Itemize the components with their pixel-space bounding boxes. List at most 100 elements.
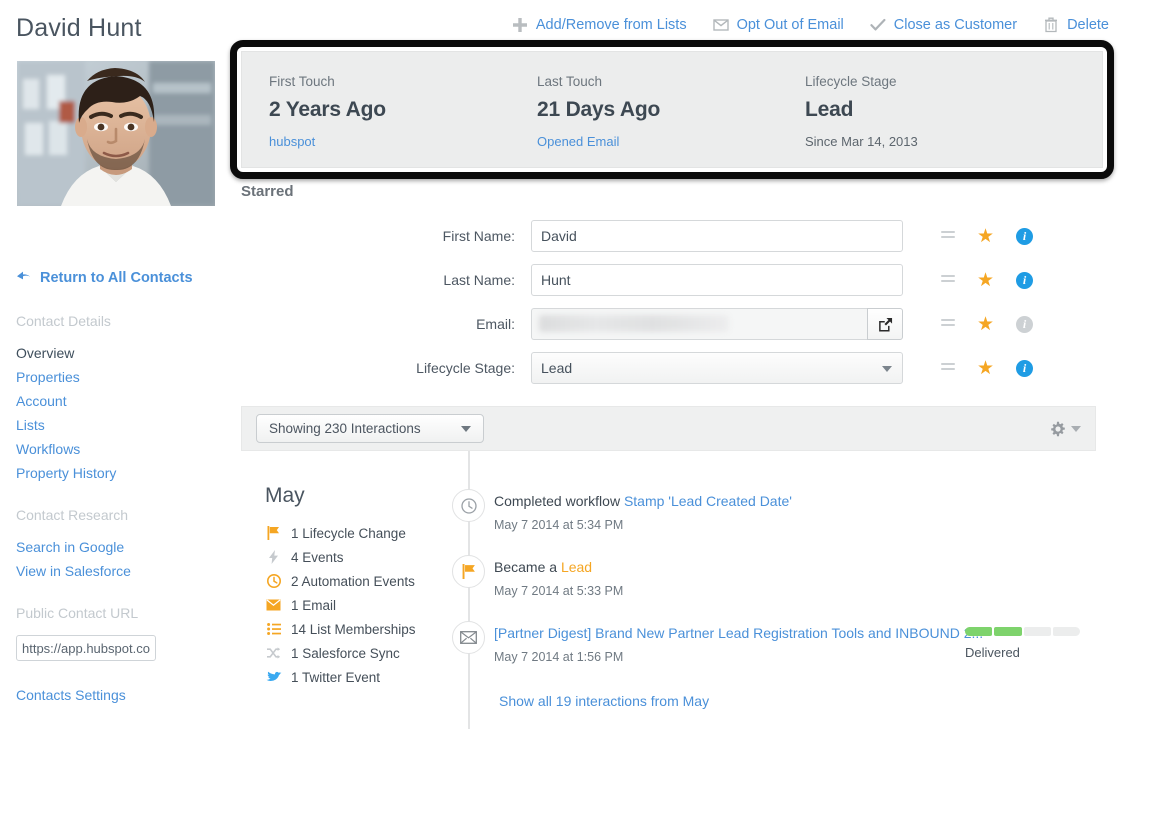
summary-highlight-box: First Touch 2 Years Ago hubspot Last Tou…	[230, 40, 1114, 179]
arrow-left-icon	[16, 270, 31, 286]
delete-button[interactable]: Delete	[1043, 17, 1109, 33]
envelope-icon	[460, 631, 477, 644]
timeline-event: Completed workflow Stamp 'Lead Created D…	[452, 487, 1092, 553]
sidebar-item-view-in-salesforce[interactable]: View in Salesforce	[16, 559, 226, 583]
event-title: Became a Lead	[494, 553, 1092, 577]
drag-handle-icon[interactable]	[941, 231, 955, 241]
month-summary-panel: May 1 Lifecycle Change 4 Events 2 Automa…	[265, 484, 465, 689]
interactions-settings-menu[interactable]	[1050, 421, 1081, 437]
form-row-lifecycle-stage: Lifecycle Stage: Lead ★ i	[241, 346, 1101, 390]
email-control	[531, 308, 903, 340]
summary-column-lifecycle-stage: Lifecycle Stage Lead Since Mar 14, 2013	[805, 74, 1073, 167]
form-row-last-name: Last Name: ★ i	[241, 258, 1101, 302]
show-all-interactions-link[interactable]: Show all 19 interactions from May	[499, 693, 1092, 709]
star-icon[interactable]: ★	[977, 227, 994, 246]
lifecycle-stage-selected-value: Lead	[541, 360, 573, 376]
opt-out-of-email-button[interactable]: Opt Out of Email	[712, 17, 844, 33]
month-title: May	[265, 484, 305, 507]
close-as-customer-button[interactable]: Close as Customer	[870, 17, 1017, 33]
add-remove-from-lists-button[interactable]: Add/Remove from Lists	[512, 17, 687, 33]
sidebar-item-search-in-google[interactable]: Search in Google	[16, 535, 226, 559]
twitter-icon	[265, 671, 282, 683]
lifecycle-stage-label: Lifecycle Stage	[805, 74, 897, 89]
contact-properties-form: First Name: ★ i Last Name: ★ i Email:	[241, 214, 1101, 390]
first-name-control	[531, 220, 903, 252]
sidebar-heading-public-contact-url: Public Contact URL	[16, 605, 139, 621]
interactions-filter-label: Showing 230 Interactions	[269, 421, 421, 436]
info-icon[interactable]: i	[1016, 315, 1034, 333]
sidebar-item-property-history[interactable]: Property History	[16, 461, 226, 485]
lifecycle-stage-field-label: Lifecycle Stage:	[416, 360, 515, 376]
event-title-prefix: Became a	[494, 559, 561, 575]
interactions-filter-dropdown[interactable]: Showing 230 Interactions	[256, 414, 484, 443]
contacts-settings-link[interactable]: Contacts Settings	[16, 683, 226, 707]
sidebar-item-workflows[interactable]: Workflows	[16, 437, 226, 461]
bolt-icon	[265, 550, 282, 564]
envelope-icon	[712, 17, 729, 33]
info-icon[interactable]: i	[1016, 359, 1034, 377]
return-to-all-contacts-link[interactable]: Return to All Contacts	[16, 270, 226, 286]
form-row-email: Email: ★ i	[241, 302, 1101, 346]
add-remove-from-lists-label: Add/Remove from Lists	[535, 17, 687, 33]
contact-actions-toolbar: Add/Remove from Lists Opt Out of Email C…	[512, 17, 1109, 33]
first-touch-value: 2 Years Ago	[269, 98, 386, 121]
sidebar-divider	[16, 485, 226, 507]
month-summary-item: 4 Events	[265, 545, 465, 569]
event-workflow-link[interactable]: Stamp 'Lead Created Date'	[624, 493, 792, 509]
lifecycle-stage-value: Lead	[805, 98, 854, 121]
sidebar-item-overview[interactable]: Overview	[16, 341, 226, 365]
event-email-subject-link[interactable]: [Partner Digest] Brand New Partner Lead …	[494, 625, 983, 641]
last-touch-label: Last Touch	[537, 74, 603, 89]
list-icon	[265, 623, 282, 635]
close-as-customer-label: Close as Customer	[893, 17, 1018, 33]
delivery-progress-bar	[965, 627, 1080, 636]
info-icon[interactable]: i	[1016, 227, 1034, 245]
trash-icon	[1043, 17, 1059, 33]
drag-handle-icon[interactable]	[941, 363, 955, 373]
sidebar-divider-3	[16, 661, 226, 683]
sidebar-heading-contact-research: Contact Research	[16, 507, 129, 523]
month-summary-item: 14 List Memberships	[265, 617, 465, 641]
flag-icon	[265, 526, 282, 540]
sidebar-item-properties[interactable]: Properties	[16, 365, 226, 389]
flag-icon	[462, 564, 475, 579]
progress-segment	[1023, 627, 1051, 636]
month-summary-label: 1 Email	[291, 597, 337, 613]
plus-icon	[512, 17, 528, 33]
last-name-control	[531, 264, 903, 296]
timeline-event: Became a Lead May 7 2014 at 5:33 PM	[452, 553, 1092, 619]
info-icon[interactable]: i	[1016, 271, 1034, 289]
drag-handle-icon[interactable]	[941, 319, 955, 329]
month-summary-label: 1 Salesforce Sync	[291, 645, 400, 661]
public-contact-url-input[interactable]	[16, 635, 156, 661]
progress-segment	[1052, 627, 1080, 636]
lifecycle-stage-select[interactable]: Lead	[531, 352, 903, 384]
chevron-down-icon	[460, 425, 471, 432]
lifecycle-stage-row-icons: ★ i	[941, 359, 1034, 378]
summary-column-first-touch: First Touch 2 Years Ago hubspot	[269, 74, 537, 167]
sidebar-item-lists[interactable]: Lists	[16, 413, 226, 437]
email-delivery-status: Delivered	[965, 627, 1080, 660]
drag-handle-icon[interactable]	[941, 275, 955, 285]
month-summary-label: 1 Lifecycle Change	[291, 525, 406, 541]
open-email-external-button[interactable]	[867, 308, 903, 340]
event-title-prefix: Completed workflow	[494, 493, 624, 509]
opt-out-of-email-label: Opt Out of Email	[736, 17, 844, 33]
star-icon[interactable]: ★	[977, 315, 994, 334]
timeline-event: [Partner Digest] Brand New Partner Lead …	[452, 619, 1092, 685]
clock-icon	[265, 574, 282, 588]
month-summary-label: 14 List Memberships	[291, 621, 416, 637]
timeline-events-list: Completed workflow Stamp 'Lead Created D…	[452, 487, 1092, 709]
star-icon[interactable]: ★	[977, 359, 994, 378]
first-touch-label: First Touch	[269, 74, 335, 89]
first-touch-source-link[interactable]: hubspot	[269, 134, 537, 149]
star-icon[interactable]: ★	[977, 271, 994, 290]
contact-summary-panel: First Touch 2 Years Ago hubspot Last Tou…	[241, 51, 1103, 168]
month-summary-item: 1 Salesforce Sync	[265, 641, 465, 665]
gear-icon	[1051, 421, 1065, 436]
first-name-input[interactable]	[531, 220, 903, 252]
last-name-input[interactable]	[531, 264, 903, 296]
event-badge	[452, 489, 485, 522]
last-touch-source-link[interactable]: Opened Email	[537, 134, 805, 149]
sidebar-item-account[interactable]: Account	[16, 389, 226, 413]
